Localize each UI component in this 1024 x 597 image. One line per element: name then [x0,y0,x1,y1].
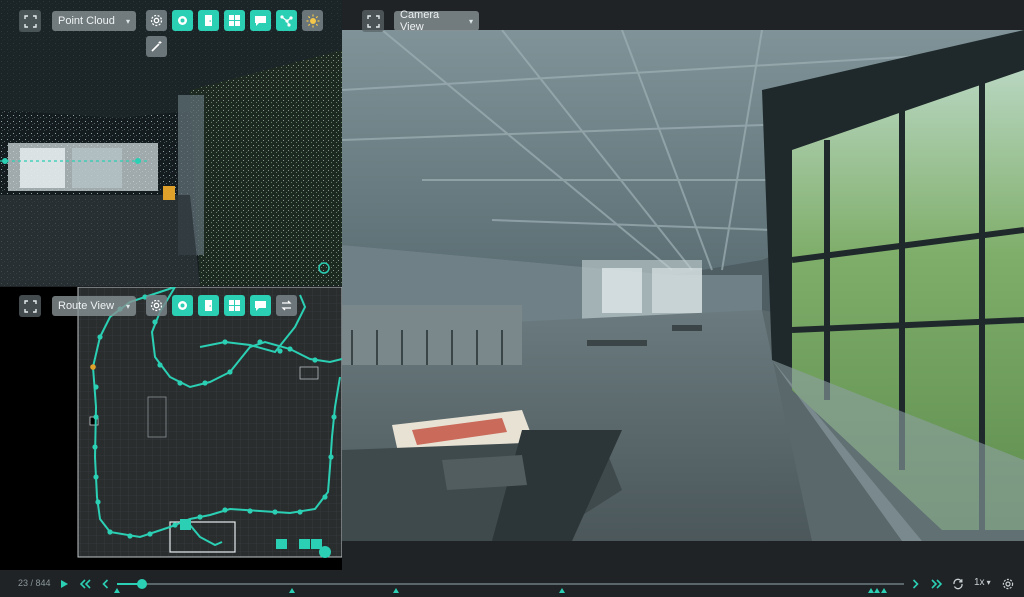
chevron-down-icon: ▾ [125,16,130,26]
expand-icon [23,299,37,313]
jump-start-button[interactable] [78,575,92,592]
magic-wand-icon [151,41,162,52]
chevron-down-icon: ▾ [468,16,473,26]
gear-icon [150,14,163,27]
route-settings-button[interactable] [146,295,167,316]
route-floor-grid-button[interactable] [224,295,245,316]
playback-speed-label: 1x [974,577,985,588]
expand-camera-view-button[interactable] [362,10,384,32]
pc-settings-button[interactable] [146,10,167,31]
camera-view-panel[interactable] [342,30,1024,541]
chevron-down-icon: ▾ [125,301,130,311]
double-chevron-left-icon [79,578,91,589]
play-button[interactable] [58,575,70,592]
route-swap-button[interactable] [276,295,297,316]
expand-point-cloud-button[interactable] [19,10,41,32]
playback-speed-select[interactable]: 1x ▾ [974,577,991,588]
timeline-marker[interactable] [114,588,120,593]
expand-icon [366,14,380,28]
pc-door-button[interactable] [198,10,219,31]
route-location-button[interactable] [172,295,193,316]
pc-location-button[interactable] [172,10,193,31]
timeline-marker[interactable] [874,588,881,593]
timeline-track[interactable] [114,579,904,593]
door-icon [205,15,212,26]
route-view-panel[interactable]: Route View ▾ [0,287,342,570]
floor-grid-icon [229,300,240,311]
route-comment-button[interactable] [250,295,271,316]
gear-icon [150,299,163,312]
camera-view-label: Camera View [400,9,440,33]
comment-icon [255,301,266,311]
point-cloud-render[interactable] [0,0,342,286]
floor-grid-icon [229,15,240,26]
frame-counter: 23 / 844 [18,578,51,588]
chevron-right-icon [912,578,919,589]
location-pin-icon [178,16,187,25]
point-cloud-view-label: Point Cloud [58,15,115,27]
camera-image[interactable] [342,30,1024,541]
loop-icon [953,578,963,589]
playback-settings-button[interactable] [1001,575,1015,592]
comment-icon [255,16,266,26]
pc-route-nodes-button[interactable] [276,10,297,31]
brightness-icon [306,14,319,27]
location-pin-icon [178,301,187,310]
viewer-app: Point Cloud ▾ Route View ▾ Camera View ▾… [0,0,1024,597]
loop-button[interactable] [951,575,965,592]
timeline-marker[interactable] [881,588,888,593]
timeline-marker[interactable] [288,588,295,593]
pc-magic-wand-button[interactable] [146,36,167,57]
timeline-marker[interactable] [559,588,566,593]
swap-icon [281,300,292,311]
camera-view-select[interactable]: Camera View ▾ [394,9,479,33]
expand-route-view-button[interactable] [19,295,41,317]
route-nodes-icon [280,15,293,27]
chevron-left-icon [101,578,108,589]
playback-timeline: 23 / 844 1x ▾ [0,570,1024,597]
previous-frame-button[interactable] [100,575,110,592]
route-map-render[interactable] [0,287,342,570]
timeline-scrubber[interactable] [137,579,148,589]
pc-comment-button[interactable] [250,10,271,31]
next-frame-button[interactable] [910,575,920,592]
point-cloud-view-select[interactable]: Point Cloud ▾ [52,11,136,31]
pc-brightness-button[interactable] [302,10,323,31]
gear-icon [1002,578,1014,589]
double-chevron-right-icon [931,578,943,589]
route-view-label: Route View [58,300,115,312]
camera-bottom-strip [342,541,1024,570]
timeline-marker[interactable] [392,588,399,593]
chevron-down-icon: ▾ [986,578,991,587]
jump-end-button[interactable] [930,575,944,592]
expand-icon [23,14,37,28]
pc-floor-grid-button[interactable] [224,10,245,31]
play-icon [60,579,68,588]
door-icon [205,300,212,311]
timeline-marker[interactable] [867,588,874,593]
route-door-button[interactable] [198,295,219,316]
point-cloud-panel[interactable]: Point Cloud ▾ [0,0,342,286]
route-view-select[interactable]: Route View ▾ [52,296,136,316]
